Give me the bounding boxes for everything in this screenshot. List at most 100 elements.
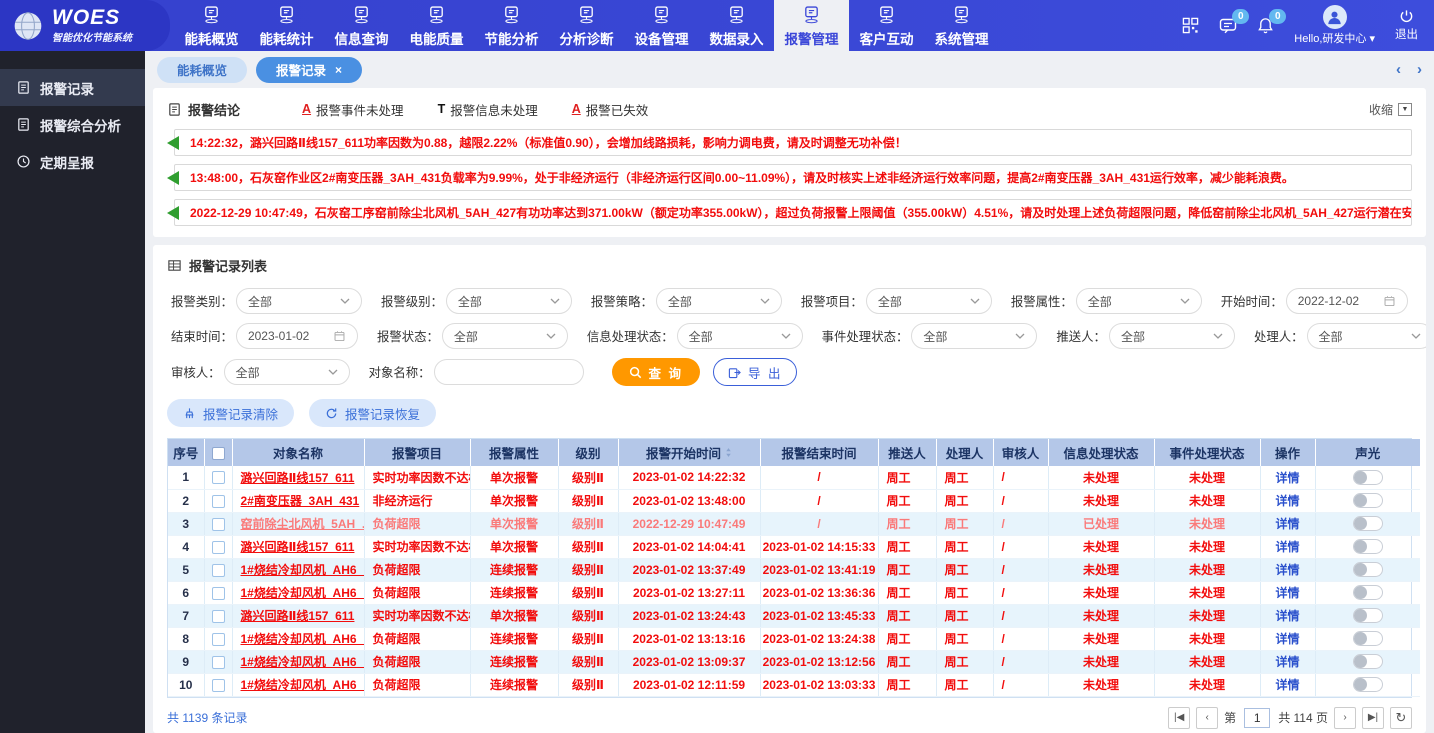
row-checkbox[interactable] [212,564,225,577]
sound-light-toggle[interactable] [1353,493,1383,508]
object-name-link[interactable]: 窑前除尘北风机_5AH_... [241,517,365,531]
row-checkbox[interactable] [212,656,225,669]
alarm-attr: 单次报警 [490,517,538,531]
sound-light-toggle[interactable] [1353,562,1383,577]
filter-item: 报警策略：全部 [591,288,782,314]
object-name-link[interactable]: 1#烧结冷却风机_AH6_... [241,586,365,600]
object-name-link[interactable]: 1#烧结冷却风机_AH6_... [241,632,365,646]
conclusion-filter-2[interactable]: T报警信息未处理 [438,100,538,119]
row-checkbox[interactable] [212,518,225,531]
filter-select[interactable]: 全部 [442,323,568,349]
sidebar-item-1[interactable]: 报警记录 [0,69,145,106]
auditor: / [1002,563,1005,577]
nav-item-10[interactable]: 客户互动 [849,0,924,51]
globe-logo-icon [12,10,44,42]
detail-link[interactable]: 详情 [1275,517,1299,531]
filter-select[interactable]: 全部 [1307,323,1427,349]
tab-2[interactable]: 报警记录× [256,57,362,83]
tab-scroll-left-icon[interactable]: ‹ [1396,61,1401,78]
nav-item-6[interactable]: 分析诊断 [549,0,624,51]
detail-link[interactable]: 详情 [1275,586,1299,600]
sound-light-toggle[interactable] [1353,608,1383,623]
detail-link[interactable]: 详情 [1275,494,1299,508]
row-checkbox[interactable] [212,495,225,508]
select-value: 全部 [458,293,482,310]
nav-item-8[interactable]: 数据录入 [699,0,774,51]
detail-link[interactable]: 详情 [1275,471,1299,485]
close-icon[interactable]: × [335,64,342,76]
conclusion-filter-1[interactable]: A报警事件未处理 [302,100,404,119]
logout-button[interactable]: 退出 [1395,9,1418,42]
page-number-input[interactable]: 1 [1244,708,1270,728]
sidebar-item-2[interactable]: 报警综合分析 [0,106,145,143]
filter-select[interactable]: 全部 [656,288,782,314]
object-name-link[interactable]: 1#烧结冷却风机_AH6_... [241,563,365,577]
row-checkbox[interactable] [212,471,225,484]
nav-item-11[interactable]: 系统管理 [924,0,999,51]
qr-code-icon[interactable] [1182,17,1199,34]
nav-item-3[interactable]: 信息查询 [324,0,399,51]
sound-light-toggle[interactable] [1353,677,1383,692]
nav-item-9[interactable]: 报警管理 [774,0,849,51]
nav-item-1[interactable]: 能耗概览 [174,0,249,51]
object-name-input[interactable] [446,365,572,379]
object-name-link[interactable]: 潞兴回路Ⅱ线157_611 [241,540,355,554]
filter-select[interactable]: 全部 [1109,323,1235,349]
sidebar-item-3[interactable]: 定期呈报 [0,143,145,180]
query-button[interactable]: 查 询 [612,358,700,386]
sound-light-toggle[interactable] [1353,516,1383,531]
sound-light-toggle[interactable] [1353,539,1383,554]
row-checkbox[interactable] [212,633,225,646]
filter-select[interactable]: 全部 [677,323,803,349]
notifications-icon[interactable]: 0 [1257,17,1274,34]
export-button[interactable]: 导 出 [713,358,797,386]
detail-link[interactable]: 详情 [1275,655,1299,669]
row-checkbox[interactable] [212,679,225,692]
last-page-button[interactable]: ▶| [1362,707,1384,729]
object-name-link[interactable]: 1#烧结冷却风机_AH6_... [241,678,365,692]
filter-select[interactable]: 全部 [866,288,992,314]
clear-records-button[interactable]: 报警记录清除 [167,399,294,427]
row-checkbox[interactable] [212,610,225,623]
filter-select[interactable]: 全部 [446,288,572,314]
nav-item-2[interactable]: 能耗统计 [249,0,324,51]
sound-light-toggle[interactable] [1353,470,1383,485]
filter-select[interactable]: 全部 [1076,288,1202,314]
nav-item-7[interactable]: 设备管理 [624,0,699,51]
row-checkbox[interactable] [212,587,225,600]
sound-light-toggle[interactable] [1353,654,1383,669]
filter-select[interactable]: 全部 [911,323,1037,349]
detail-link[interactable]: 详情 [1275,563,1299,577]
alarm-start-time: 2023-01-02 13:24:43 [633,609,746,623]
conclusion-filter-3[interactable]: A报警已失效 [572,100,649,119]
filter-select[interactable]: 全部 [224,359,350,385]
detail-link[interactable]: 详情 [1275,678,1299,692]
messages-icon[interactable]: 0 [1219,17,1237,35]
tab-1[interactable]: 能耗概览 [157,57,247,83]
sound-light-toggle[interactable] [1353,585,1383,600]
object-name-link[interactable]: 1#烧结冷却风机_AH6_... [241,655,365,669]
collapse-button[interactable]: 收缩 ▼ [1369,101,1412,118]
filter-select[interactable]: 全部 [236,288,362,314]
restore-records-button[interactable]: 报警记录恢复 [309,399,436,427]
user-menu[interactable]: Hello,研发中心 ▾ [1294,5,1375,46]
sound-light-toggle[interactable] [1353,631,1383,646]
sort-icon[interactable] [725,447,732,458]
nav-item-5[interactable]: 节能分析 [474,0,549,51]
tab-scroll-right-icon[interactable]: › [1417,61,1422,78]
object-name-link[interactable]: 潞兴回路Ⅱ线157_611 [241,471,355,485]
refresh-button[interactable]: ↻ [1390,707,1412,729]
date-picker[interactable]: 2023-01-02 [236,323,358,349]
detail-link[interactable]: 详情 [1275,632,1299,646]
detail-link[interactable]: 详情 [1275,609,1299,623]
prev-page-button[interactable]: ‹ [1196,707,1218,729]
select-all-checkbox[interactable] [212,447,225,460]
object-name-link[interactable]: 2#南变压器_3AH_431 [241,494,360,508]
next-page-button[interactable]: › [1334,707,1356,729]
first-page-button[interactable]: |◀ [1168,707,1190,729]
date-picker[interactable]: 2022-12-02 [1286,288,1408,314]
detail-link[interactable]: 详情 [1275,540,1299,554]
nav-item-4[interactable]: 电能质量 [399,0,474,51]
row-checkbox[interactable] [212,541,225,554]
object-name-link[interactable]: 潞兴回路Ⅱ线157_611 [241,609,355,623]
